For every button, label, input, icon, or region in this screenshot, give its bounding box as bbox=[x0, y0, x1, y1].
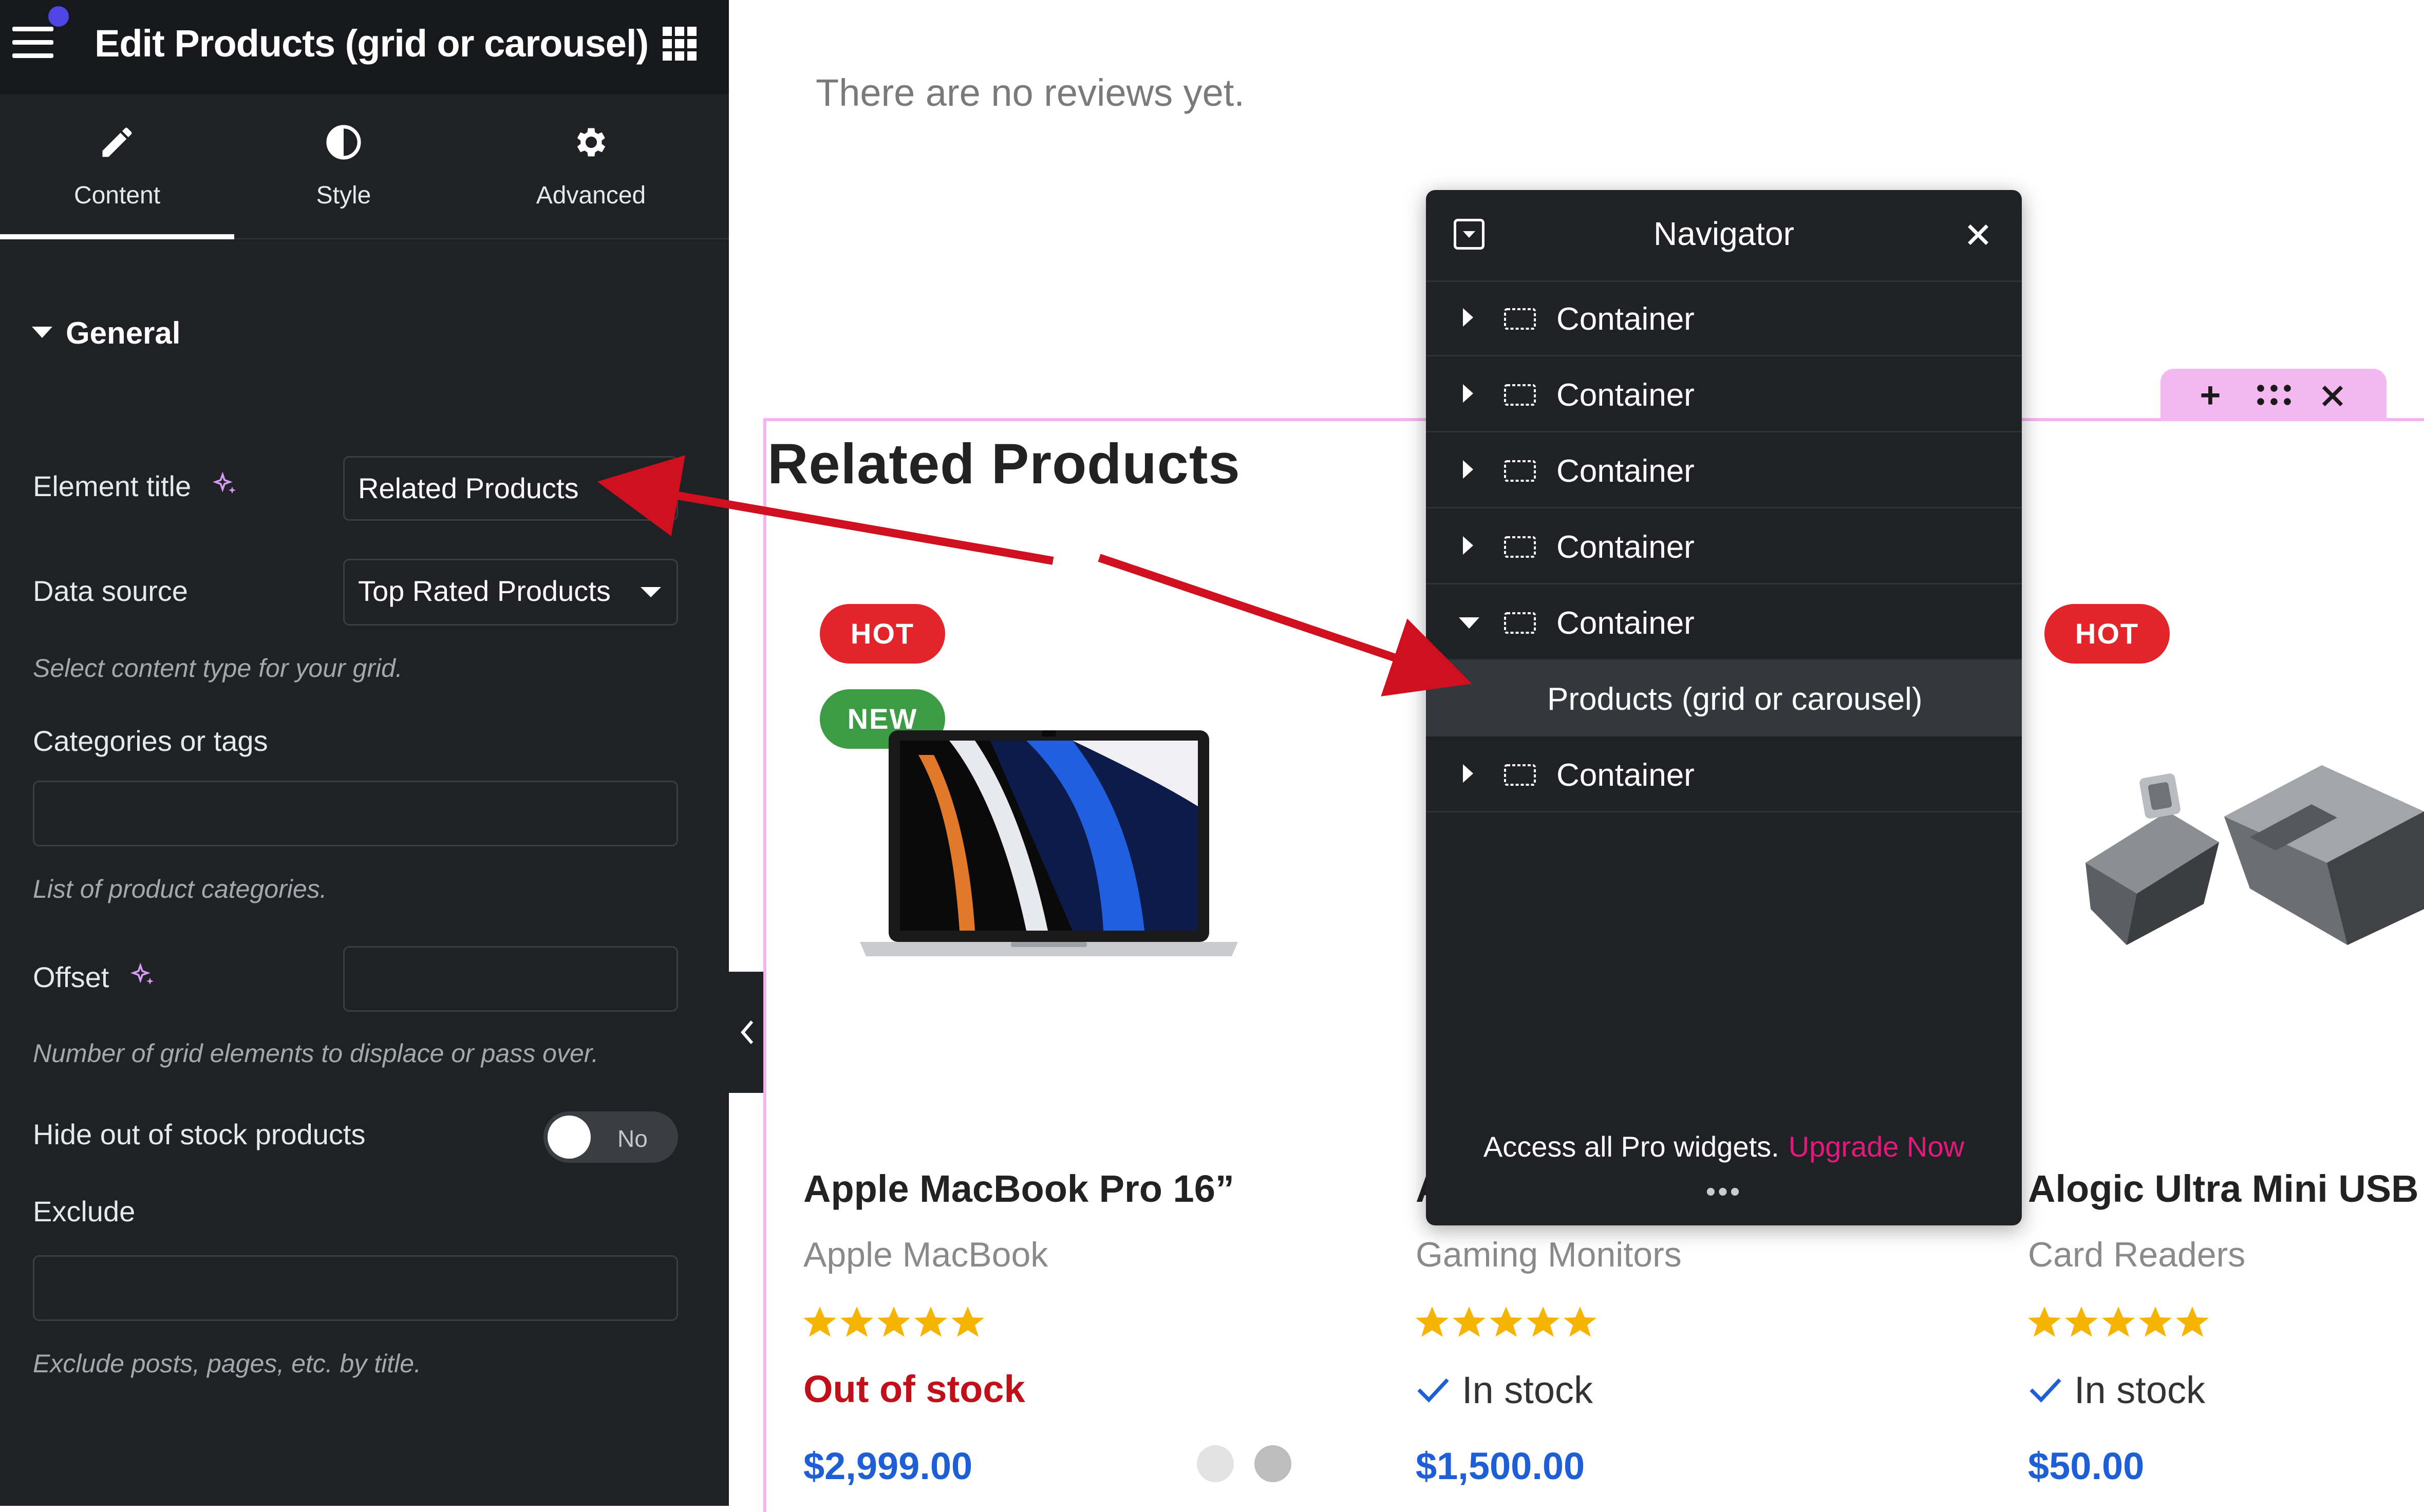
annotation-arrows bbox=[597, 455, 1472, 696]
arrow-to-element-title bbox=[597, 455, 1054, 565]
arrow-to-navigator-item bbox=[1098, 554, 1472, 696]
